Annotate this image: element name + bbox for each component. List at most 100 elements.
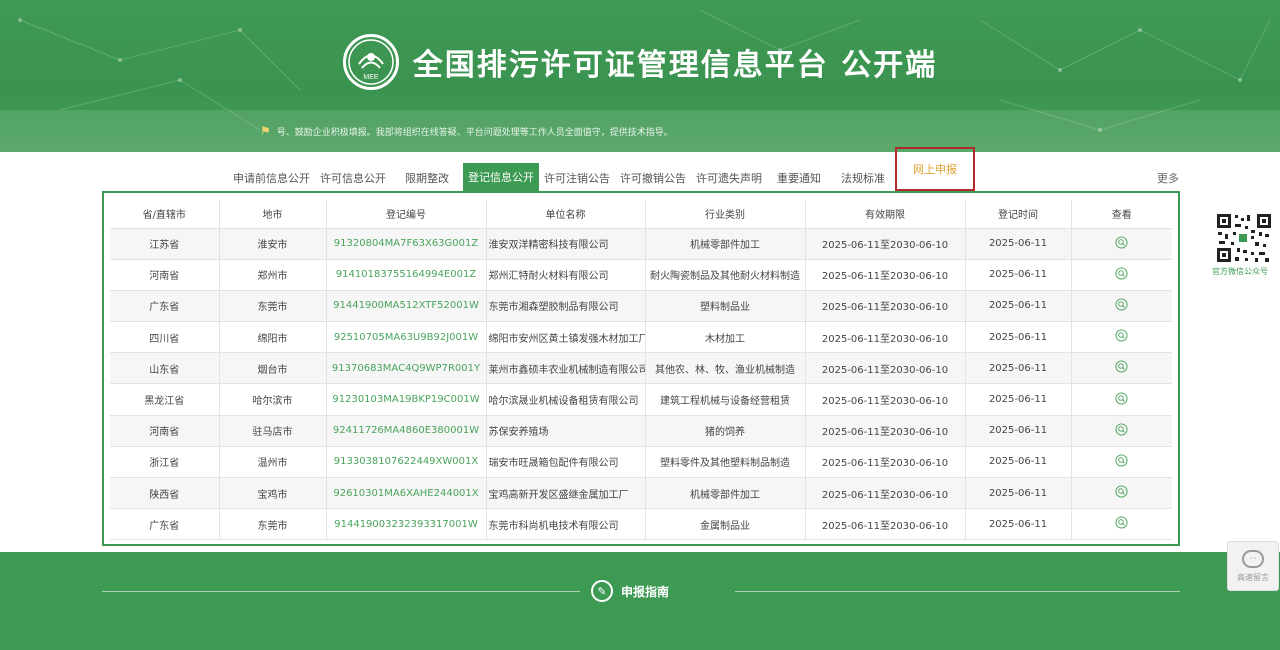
province-cell: 浙江省 [110,446,220,479]
search-view-icon[interactable] [1115,485,1128,498]
industry-cell: 耐火陶瓷制品及其他耐火材料制造 [645,259,806,291]
search-view-icon[interactable] [1115,360,1128,373]
view-cell [1071,321,1172,354]
province-cell: 广东省 [110,508,220,541]
search-view-icon[interactable] [1115,329,1128,342]
registration-date-cell: 2025-06-11 [965,228,1072,260]
company-name-cell: 宝鸡高新开发区盛继金属加工厂 [486,477,646,510]
registration-date-cell: 2025-06-11 [965,508,1072,541]
industry-cell: 机械零部件加工 [645,477,806,510]
page-header: MEE 全国排污许可证管理信息平台 公开端 ⚑ 号、鼓励企业积极填报。我部将组织… [0,0,1280,152]
province-cell: 黑龙江省 [110,383,220,416]
company-name-cell: 绵阳市安州区黄土镇发强木材加工厂 [486,321,646,354]
tab-online-declaration[interactable]: 网上申报 [895,147,975,191]
column-header: 登记编号 [326,200,487,229]
registration-code-cell[interactable]: 92510705MA63U9B92J001W [326,321,487,354]
footer-divider-left [102,591,580,592]
registration-date-cell: 2025-06-11 [965,446,1072,479]
column-header: 有效期限 [805,200,966,229]
chat-bubble-icon: ··· [1242,549,1264,568]
registration-code-cell[interactable]: 91320804MA7F63X63G001Z [326,228,487,260]
declaration-guide-link[interactable]: ✎ 申报指南 [591,580,669,602]
registration-code-cell[interactable]: 92610301MA6XAHE244001X [326,477,487,510]
validity-cell: 2025-06-11至2030-06-10 [805,290,966,323]
view-cell [1071,383,1172,416]
pencil-icon: ✎ [591,580,613,602]
company-name-cell: 瑞安市旺晟箱包配件有限公司 [486,446,646,479]
city-cell: 郑州市 [219,259,327,291]
province-cell: 河南省 [110,415,220,447]
validity-cell: 2025-06-11至2030-06-10 [805,259,966,291]
table-row: 江苏省 淮安市 91320804MA7F63X63G001Z 淮安双洋精密科技有限公司… [110,228,1172,260]
province-cell: 四川省 [110,321,220,354]
industry-cell: 金属制品业 [645,508,806,541]
tab-regulations-standards[interactable]: 法规标准 [831,165,895,191]
registration-code-cell[interactable]: 91370683MAC4Q9WP7R001Y [326,352,487,385]
view-cell [1071,352,1172,385]
company-name-cell: 苏保安养殖场 [486,415,646,447]
validity-cell: 2025-06-11至2030-06-10 [805,446,966,479]
company-name-cell: 东莞市科尚机电技术有限公司 [486,508,646,541]
search-view-icon[interactable] [1115,423,1128,436]
registration-date-cell: 2025-06-11 [965,477,1072,510]
search-view-icon[interactable] [1115,454,1128,467]
notice-text: 号、鼓励企业积极填报。我部将组织在线答疑、平台问题处理等工作人员全面值守，提供技… [276,127,673,138]
registration-date-cell: 2025-06-11 [965,321,1072,354]
validity-cell: 2025-06-11至2030-06-10 [805,321,966,354]
registration-code-cell[interactable]: 91441900323239331700​1W [326,508,487,541]
company-name-cell: 郑州汇特耐火材料有限公司 [486,259,646,291]
city-cell: 驻马店市 [219,415,327,447]
registration-date-cell: 2025-06-11 [965,383,1072,416]
validity-cell: 2025-06-11至2030-06-10 [805,383,966,416]
qr-label: 官方微信公众号 [1212,267,1268,276]
province-cell: 陕西省 [110,477,220,510]
tab-registration-disclosure[interactable]: 登记信息公开 [463,163,539,191]
validity-cell: 2025-06-11至2030-06-10 [805,228,966,260]
search-view-icon[interactable] [1115,391,1128,405]
view-cell [1071,228,1172,260]
more-link[interactable]: 更多 [1157,170,1179,186]
registration-code-cell[interactable]: 91230103MA19BKP19C001W [326,383,487,416]
tab-permit-revocation[interactable]: 许可撤销公告 [615,165,691,191]
city-cell: 烟台市 [219,352,327,385]
industry-cell: 塑料零件及其他塑料制品制造 [645,446,806,479]
svg-text:MEE: MEE [363,74,379,81]
tab-rectification[interactable]: 限期整改 [391,165,463,191]
search-view-icon[interactable] [1115,516,1128,529]
view-cell [1071,477,1172,510]
registration-code-cell[interactable]: 91330381076224​49XW001X [326,446,487,479]
registration-code-cell[interactable]: 92411726MA4860E380001W [326,415,487,447]
tab-permit-cancellation[interactable]: 许可注销公告 [539,165,615,191]
validity-cell: 2025-06-11至2030-06-10 [805,352,966,385]
notice-bar: ⚑ 号、鼓励企业积极填报。我部将组织在线答疑、平台问题处理等工作人员全面值守，提… [0,110,1280,152]
city-cell: 宝鸡市 [219,477,327,510]
view-cell [1071,508,1172,541]
registration-code-cell[interactable]: 91410183755164994E001Z [326,259,487,291]
registration-date-cell: 2025-06-11 [965,415,1072,447]
city-cell: 绵阳市 [219,321,327,354]
table-row: 河南省 郑州市 91410183755164994E001Z 郑州汇特耐火材料有限公司… [110,259,1172,291]
city-cell: 东莞市 [219,290,327,323]
column-header: 地市 [219,200,327,229]
tab-pre-application-disclosure[interactable]: 申请前信息公开 [228,165,315,191]
search-view-icon[interactable] [1115,298,1128,311]
guide-label: 申报指南 [621,584,670,599]
search-view-icon[interactable] [1115,236,1128,249]
city-cell: 淮安市 [219,228,327,260]
column-header: 单位名称 [486,200,646,229]
city-cell: 东莞市 [219,508,327,541]
message-widget[interactable]: ··· 高速留言 [1227,541,1279,591]
category-tabs: 申请前信息公开 许可信息公开 限期整改 登记信息公开 许可注销公告 许可撤销公告… [228,147,975,191]
tab-permit-loss-statement[interactable]: 许可遗失声明 [691,165,767,191]
validity-cell: 2025-06-11至2030-06-10 [805,477,966,510]
table-row: 山东省 烟台市 91370683MAC4Q9WP7R001Y 莱州市鑫硕丰农业机械制造… [110,352,1172,385]
industry-cell: 建筑工程机械与设备经营租赁 [645,383,806,416]
province-cell: 江苏省 [110,228,220,260]
tab-permit-disclosure[interactable]: 许可信息公开 [315,165,391,191]
tab-important-notice[interactable]: 重要通知 [767,165,831,191]
search-view-icon[interactable] [1115,267,1128,280]
mee-logo: MEE [342,34,399,90]
registration-code-cell[interactable]: 91441900MA512XTF52001W [326,290,487,323]
page-footer: ✎ 申报指南 [0,552,1280,650]
column-header: 查看 [1071,200,1172,229]
